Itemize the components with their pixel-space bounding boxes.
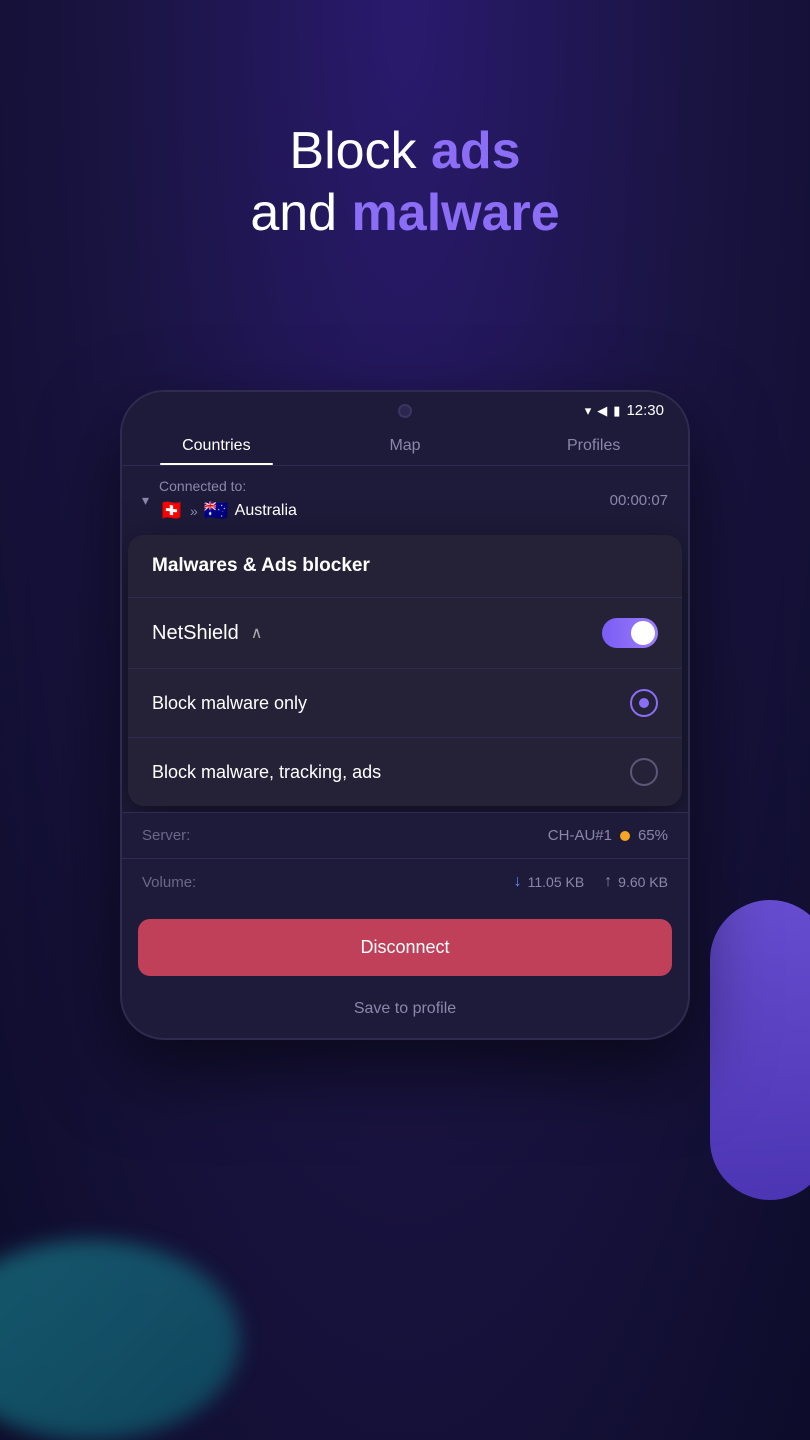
- download-volume: ↓ 11.05 KB: [514, 873, 585, 891]
- download-arrow-icon: ↓: [514, 873, 522, 891]
- server-id: CH-AU#1: [548, 827, 612, 844]
- malware-title: Malwares & Ads blocker: [152, 555, 370, 576]
- server-info-row: Server: CH-AU#1 65%: [122, 812, 688, 858]
- phone-frame: ▾ ◀ ▮ 12:30 Countries Map Profiles ▾: [120, 390, 690, 1040]
- radio-label-malware-only: Block malware only: [152, 693, 307, 714]
- headline-ads-text: ads: [431, 122, 521, 180]
- connection-details: Connected to: 🇨🇭 » 🇦🇺 Australia: [159, 478, 297, 523]
- netshield-toggle[interactable]: [602, 618, 658, 648]
- headline-line2: and malware: [0, 182, 810, 244]
- chevron-down-icon: ▾: [142, 492, 149, 509]
- battery-icon: ▮: [613, 403, 620, 419]
- volume-label: Volume:: [142, 874, 196, 891]
- status-bar: ▾ ◀ ▮ 12:30: [122, 392, 688, 423]
- arrow-right-icon: »: [190, 503, 198, 519]
- headline-section: Block ads and malware: [0, 120, 810, 245]
- disconnect-button[interactable]: Disconnect: [138, 919, 672, 976]
- netshield-label: NetShield: [152, 622, 239, 645]
- server-load: 65%: [638, 827, 668, 844]
- headline-block-text: Block: [289, 122, 431, 180]
- tab-bar: Countries Map Profiles: [122, 423, 688, 466]
- tab-countries[interactable]: Countries: [122, 423, 311, 465]
- server-label: Server:: [142, 827, 190, 844]
- to-flag: 🇦🇺: [204, 498, 229, 523]
- connection-timer: 00:00:07: [610, 492, 668, 509]
- upload-value: 9.60 KB: [618, 874, 668, 890]
- radio-button-malware-only[interactable]: [630, 689, 658, 717]
- wifi-icon: ▾: [585, 403, 592, 419]
- upload-volume: ↑ 9.60 KB: [604, 873, 668, 891]
- netshield-left: NetShield ∧: [152, 622, 262, 645]
- netshield-row: NetShield ∧: [128, 598, 682, 669]
- tab-map[interactable]: Map: [311, 423, 500, 465]
- malware-card-header: Malwares & Ads blocker: [128, 535, 682, 598]
- radio-button-malware-tracking-ads[interactable]: [630, 758, 658, 786]
- upload-arrow-icon: ↑: [604, 873, 612, 891]
- status-time: 12:30: [626, 402, 664, 419]
- tab-profiles[interactable]: Profiles: [499, 423, 688, 465]
- from-flag: 🇨🇭: [159, 498, 184, 523]
- malware-card: Malwares & Ads blocker NetShield ∧ Block…: [128, 535, 682, 806]
- camera-cutout: [398, 404, 412, 418]
- connected-label: Connected to:: [159, 478, 297, 494]
- server-load-dot: [620, 831, 630, 841]
- headline-and-text: and: [250, 184, 351, 242]
- connection-info: ▾ Connected to: 🇨🇭 » 🇦🇺 Australia 00:00:…: [122, 466, 688, 535]
- save-to-profile-button[interactable]: Save to profile: [122, 990, 688, 1038]
- headline-malware-text: malware: [352, 184, 560, 242]
- radio-inner-selected: [636, 695, 652, 711]
- toggle-knob: [631, 621, 655, 645]
- signal-icon: ◀: [597, 403, 607, 419]
- save-profile-label: Save to profile: [354, 1000, 456, 1017]
- radio-row-malware-only[interactable]: Block malware only: [128, 669, 682, 738]
- country-name: Australia: [235, 502, 297, 520]
- disconnect-label: Disconnect: [360, 937, 449, 957]
- radio-row-malware-tracking-ads[interactable]: Block malware, tracking, ads: [128, 738, 682, 806]
- chevron-up-icon: ∧: [251, 623, 263, 643]
- volume-info-row: Volume: ↓ 11.05 KB ↑ 9.60 KB: [122, 858, 688, 905]
- headline-line1: Block ads: [0, 120, 810, 182]
- phone-mockup: ▾ ◀ ▮ 12:30 Countries Map Profiles ▾: [120, 390, 690, 1040]
- volume-values: ↓ 11.05 KB ↑ 9.60 KB: [514, 873, 668, 891]
- connection-left: ▾ Connected to: 🇨🇭 » 🇦🇺 Australia: [142, 478, 297, 523]
- status-icons: ▾ ◀ ▮ 12:30: [585, 402, 664, 419]
- decorative-purple-blob: [710, 900, 810, 1200]
- radio-label-malware-tracking-ads: Block malware, tracking, ads: [152, 762, 381, 783]
- download-value: 11.05 KB: [528, 874, 585, 890]
- server-value: CH-AU#1 65%: [548, 827, 668, 844]
- flags-row: 🇨🇭 » 🇦🇺 Australia: [159, 498, 297, 523]
